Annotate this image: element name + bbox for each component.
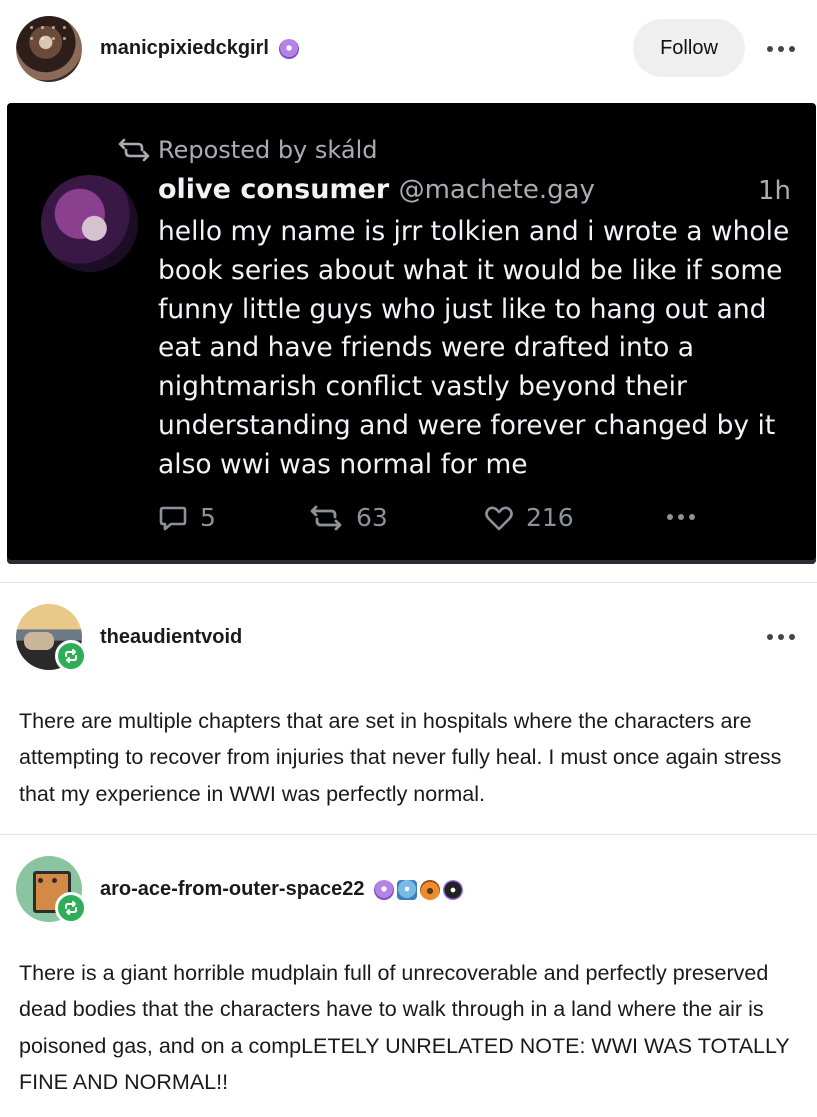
repost-icon [118, 138, 150, 162]
author-name-text[interactable]: manicpixiedckgirl [100, 37, 269, 59]
embed-avatar [41, 175, 138, 272]
embed-timestamp: 1h [758, 176, 792, 206]
badges [278, 38, 299, 59]
embed-like-count: 216 [484, 503, 574, 532]
badges [374, 879, 464, 900]
reply-count: 5 [200, 503, 216, 532]
divider [0, 834, 817, 835]
badge-icon [374, 879, 395, 900]
author-name[interactable]: manicpixiedckgirl [100, 37, 299, 60]
repost-count-icon [310, 505, 342, 530]
reblog-text: There is a giant horrible mudplain full … [19, 961, 790, 1094]
avatar[interactable] [16, 16, 82, 82]
more-options-icon[interactable] [765, 44, 797, 54]
embed-display-name: olive consumer [158, 174, 390, 205]
reblog-icon [65, 649, 77, 663]
reblog-badge [55, 640, 87, 672]
reblog-author[interactable]: aro-ace-from-outer-space22 [100, 878, 365, 900]
embed-author: olive consumer @machete.gay [158, 174, 595, 205]
reblog-author-row[interactable]: aro-ace-from-outer-space22 [100, 878, 464, 901]
reblog-author[interactable]: theaudientvoid [100, 626, 242, 649]
post-header: manicpixiedckgirl Follow [0, 0, 817, 100]
embed-post-text: hello my name is jrr tolkien and i wrote… [158, 216, 790, 480]
reply-icon [159, 506, 187, 530]
follow-button[interactable]: Follow [633, 19, 745, 77]
reblog-badge [55, 892, 87, 924]
repost-indicator: Reposted by skáld [118, 136, 377, 164]
embed-actions: 5 63 216 [158, 503, 718, 537]
more-options-icon[interactable] [765, 632, 797, 642]
badge-icon [397, 879, 418, 900]
badge-icon [443, 879, 464, 900]
embed-more-icon [667, 514, 699, 524]
heart-icon [485, 506, 513, 530]
embed-reply-count: 5 [158, 503, 216, 532]
divider [0, 582, 817, 583]
repost-count: 63 [356, 503, 388, 532]
like-count: 216 [526, 503, 574, 532]
badge-icon [420, 879, 441, 900]
embed-repost-count: 63 [308, 503, 388, 532]
reblog-text: There are multiple chapters that are set… [19, 709, 782, 806]
reblog-icon [65, 901, 77, 915]
badge-icon [278, 38, 299, 59]
embed-handle: @machete.gay [398, 175, 595, 205]
repost-label: Reposted by skáld [158, 136, 378, 164]
